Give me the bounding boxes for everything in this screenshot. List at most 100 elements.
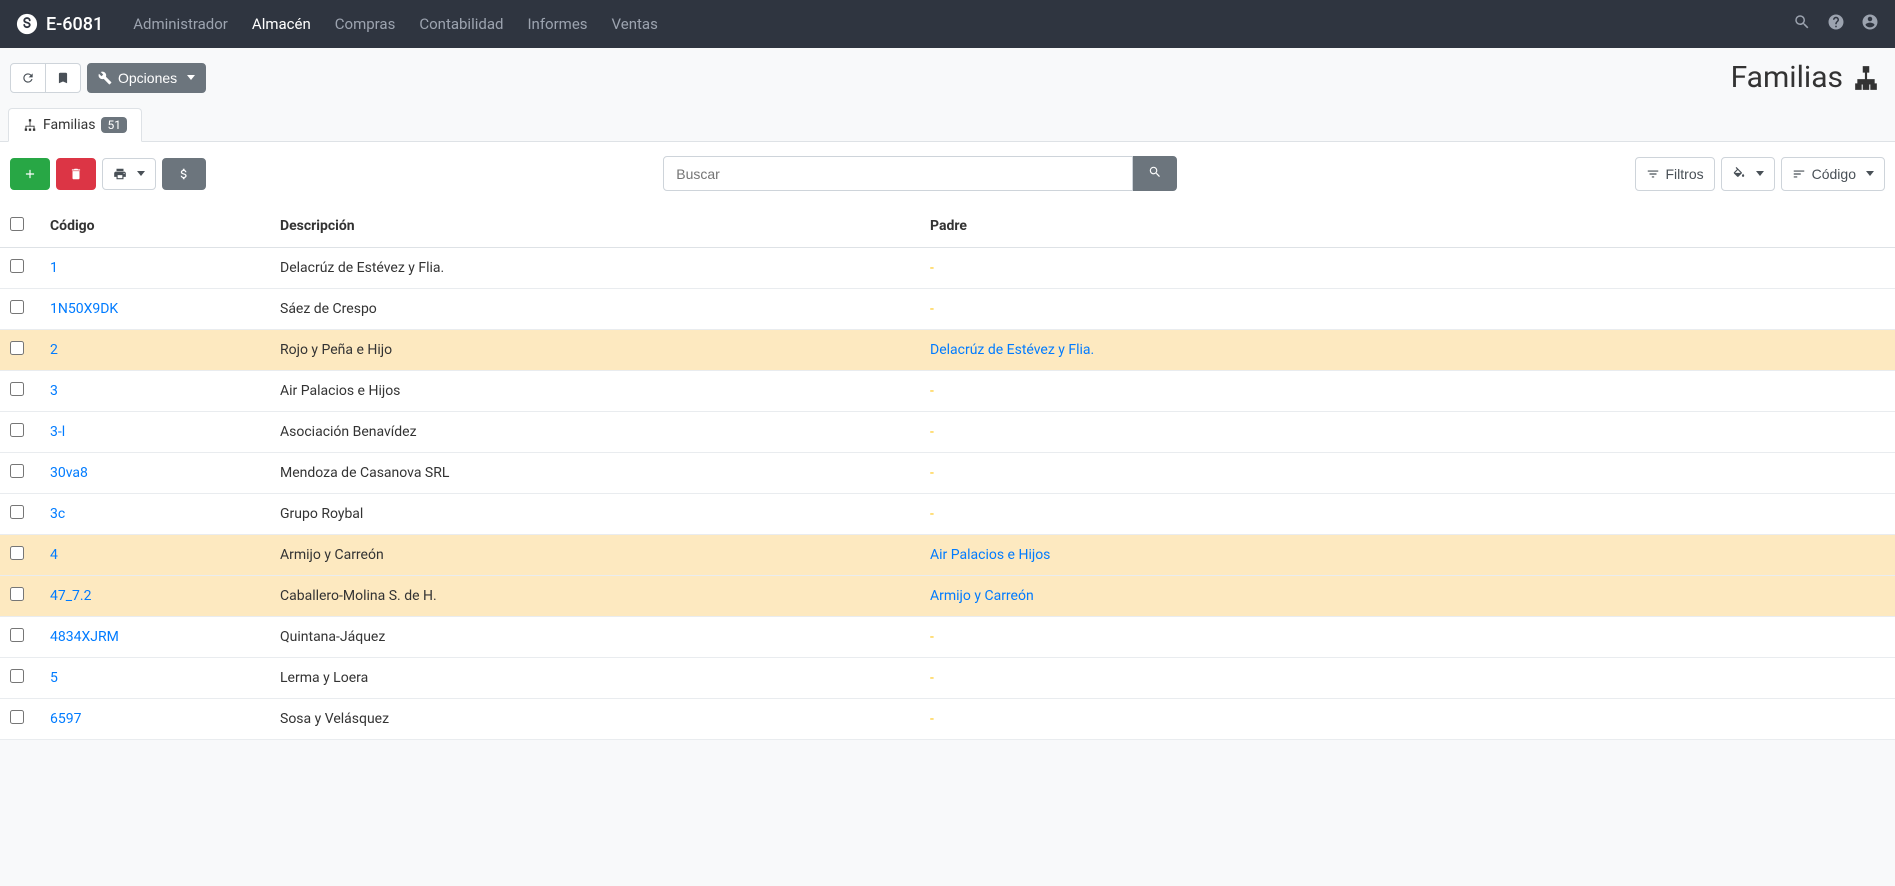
codigo-link[interactable]: 4 — [50, 547, 58, 563]
row-checkbox[interactable] — [10, 259, 24, 273]
nav-link[interactable]: Compras — [325, 9, 406, 39]
table-row[interactable]: 3-lAsociación Benavídez- — [0, 412, 1895, 453]
descripcion-cell: Grupo Roybal — [270, 494, 920, 535]
brand-text: E-6081 — [46, 14, 103, 35]
padre-link[interactable]: Delacrúz de Estévez y Flia. — [930, 342, 1094, 358]
caret-down-icon — [137, 171, 145, 176]
row-checkbox[interactable] — [10, 464, 24, 478]
table-row[interactable]: 1N50X9DKSáez de Crespo- — [0, 289, 1895, 330]
table-row[interactable]: 4834XJRMQuintana-Jáquez- — [0, 617, 1895, 658]
action-left — [10, 158, 206, 190]
row-checkbox[interactable] — [10, 505, 24, 519]
padre-cell: Delacrúz de Estévez y Flia. — [920, 330, 1895, 371]
opciones-label: Opciones — [118, 70, 177, 86]
table-row[interactable]: 47_7.2 Caballero-Molina S. de H. Armijo y … — [0, 576, 1895, 617]
bookmark-button[interactable] — [46, 63, 81, 93]
table-row[interactable]: 3cGrupo Roybal- — [0, 494, 1895, 535]
page-title: Familias — [1731, 60, 1885, 95]
tab-count-badge: 51 — [101, 117, 127, 133]
add-button[interactable] — [10, 158, 50, 190]
search-button[interactable] — [1133, 156, 1177, 191]
padre-cell: - — [920, 371, 1895, 412]
table-row[interactable]: 30va8Mendoza de Casanova SRL- — [0, 453, 1895, 494]
codigo-link[interactable]: 1N50X9DK — [50, 301, 118, 317]
header-checkbox-cell — [0, 205, 40, 248]
paint-icon — [1732, 167, 1746, 181]
codigo-link[interactable]: 6597 — [50, 711, 81, 727]
nav-link[interactable]: Informes — [517, 9, 597, 39]
descripcion-cell: Rojo y Peña e Hijo — [270, 330, 920, 371]
select-all-checkbox[interactable] — [10, 217, 24, 231]
codigo-link[interactable]: 30va8 — [50, 465, 88, 481]
help-icon[interactable] — [1827, 13, 1845, 35]
row-checkbox[interactable] — [10, 587, 24, 601]
descripcion-cell: Mendoza de Casanova SRL — [270, 453, 920, 494]
codigo-link[interactable]: 5 — [50, 670, 58, 686]
descripcion-cell: Quintana-Jáquez — [270, 617, 920, 658]
bookmark-icon — [56, 71, 70, 85]
table-row[interactable]: 5Lerma y Loera- — [0, 658, 1895, 699]
row-checkbox[interactable] — [10, 669, 24, 683]
row-checkbox[interactable] — [10, 546, 24, 560]
codigo-link[interactable]: 47_7.2 — [50, 588, 91, 604]
sitemap-icon — [23, 118, 37, 132]
nav-links: AdministradorAlmacénComprasContabilidadI… — [123, 9, 668, 39]
table-row[interactable]: 1Delacrúz de Estévez y Flia.- — [0, 248, 1895, 289]
table-row[interactable]: 2 Rojo y Peña e Hijo Delacrúz de Estévez y… — [0, 330, 1895, 371]
codigo-link[interactable]: 1 — [50, 260, 58, 276]
filtros-label: Filtros — [1666, 166, 1704, 182]
sort-codigo-button[interactable]: Código — [1781, 157, 1885, 191]
caret-down-icon — [1866, 171, 1874, 176]
codigo-link[interactable]: 2 — [50, 342, 58, 358]
opciones-button[interactable]: Opciones — [87, 63, 206, 93]
header-descripcion[interactable]: Descripción — [270, 205, 920, 248]
nav-link[interactable]: Administrador — [123, 9, 238, 39]
header-codigo[interactable]: Código — [40, 205, 270, 248]
codigo-link[interactable]: 3-l — [50, 424, 65, 440]
user-icon[interactable] — [1861, 13, 1879, 35]
paint-button[interactable] — [1721, 157, 1775, 191]
search-input[interactable] — [663, 156, 1133, 191]
brand-logo-icon — [16, 13, 38, 35]
sitemap-icon — [1853, 65, 1879, 91]
print-button[interactable] — [102, 158, 156, 190]
padre-link[interactable]: Armijo y Carreón — [930, 588, 1034, 604]
table-row[interactable]: 3Air Palacios e Hijos- — [0, 371, 1895, 412]
codigo-link[interactable]: 3c — [50, 506, 65, 522]
tab-familias[interactable]: Familias 51 — [8, 108, 142, 142]
table-row[interactable]: 6597Sosa y Velásquez- — [0, 699, 1895, 740]
filtros-button[interactable]: Filtros — [1635, 157, 1715, 191]
row-checkbox[interactable] — [10, 710, 24, 724]
row-checkbox[interactable] — [10, 628, 24, 642]
row-checkbox[interactable] — [10, 341, 24, 355]
row-checkbox[interactable] — [10, 300, 24, 314]
table-row[interactable]: 4Armijo y CarreónAir Palacios e Hijos — [0, 535, 1895, 576]
descripcion-cell: Delacrúz de Estévez y Flia. — [270, 248, 920, 289]
search-group — [663, 156, 1177, 191]
padre-cell: Armijo y Carreón — [920, 576, 1895, 617]
delete-button[interactable] — [56, 158, 96, 190]
dollar-button[interactable] — [162, 158, 206, 190]
descripcion-cell: Lerma y Loera — [270, 658, 920, 699]
trash-icon — [69, 167, 83, 181]
descripcion-cell: Sáez de Crespo — [270, 289, 920, 330]
sort-label: Código — [1812, 166, 1856, 182]
descripcion-cell: Caballero-Molina S. de H. — [270, 576, 920, 617]
row-checkbox[interactable] — [10, 423, 24, 437]
row-checkbox[interactable] — [10, 382, 24, 396]
refresh-button[interactable] — [10, 63, 46, 93]
padre-cell: Air Palacios e Hijos — [920, 535, 1895, 576]
codigo-link[interactable]: 3 — [50, 383, 58, 399]
caret-down-icon — [1756, 171, 1764, 176]
plus-icon — [23, 167, 37, 181]
header-padre[interactable]: Padre — [920, 205, 1895, 248]
nav-link[interactable]: Almacén — [242, 9, 321, 39]
brand[interactable]: E-6081 — [16, 13, 103, 35]
toolbar: Opciones Familias — [0, 48, 1895, 99]
nav-link[interactable]: Contabilidad — [409, 9, 513, 39]
codigo-link[interactable]: 4834XJRM — [50, 629, 119, 645]
search-icon[interactable] — [1793, 13, 1811, 35]
padre-link[interactable]: Air Palacios e Hijos — [930, 547, 1050, 563]
navbar: E-6081 AdministradorAlmacénComprasContab… — [0, 0, 1895, 48]
nav-link[interactable]: Ventas — [602, 9, 668, 39]
